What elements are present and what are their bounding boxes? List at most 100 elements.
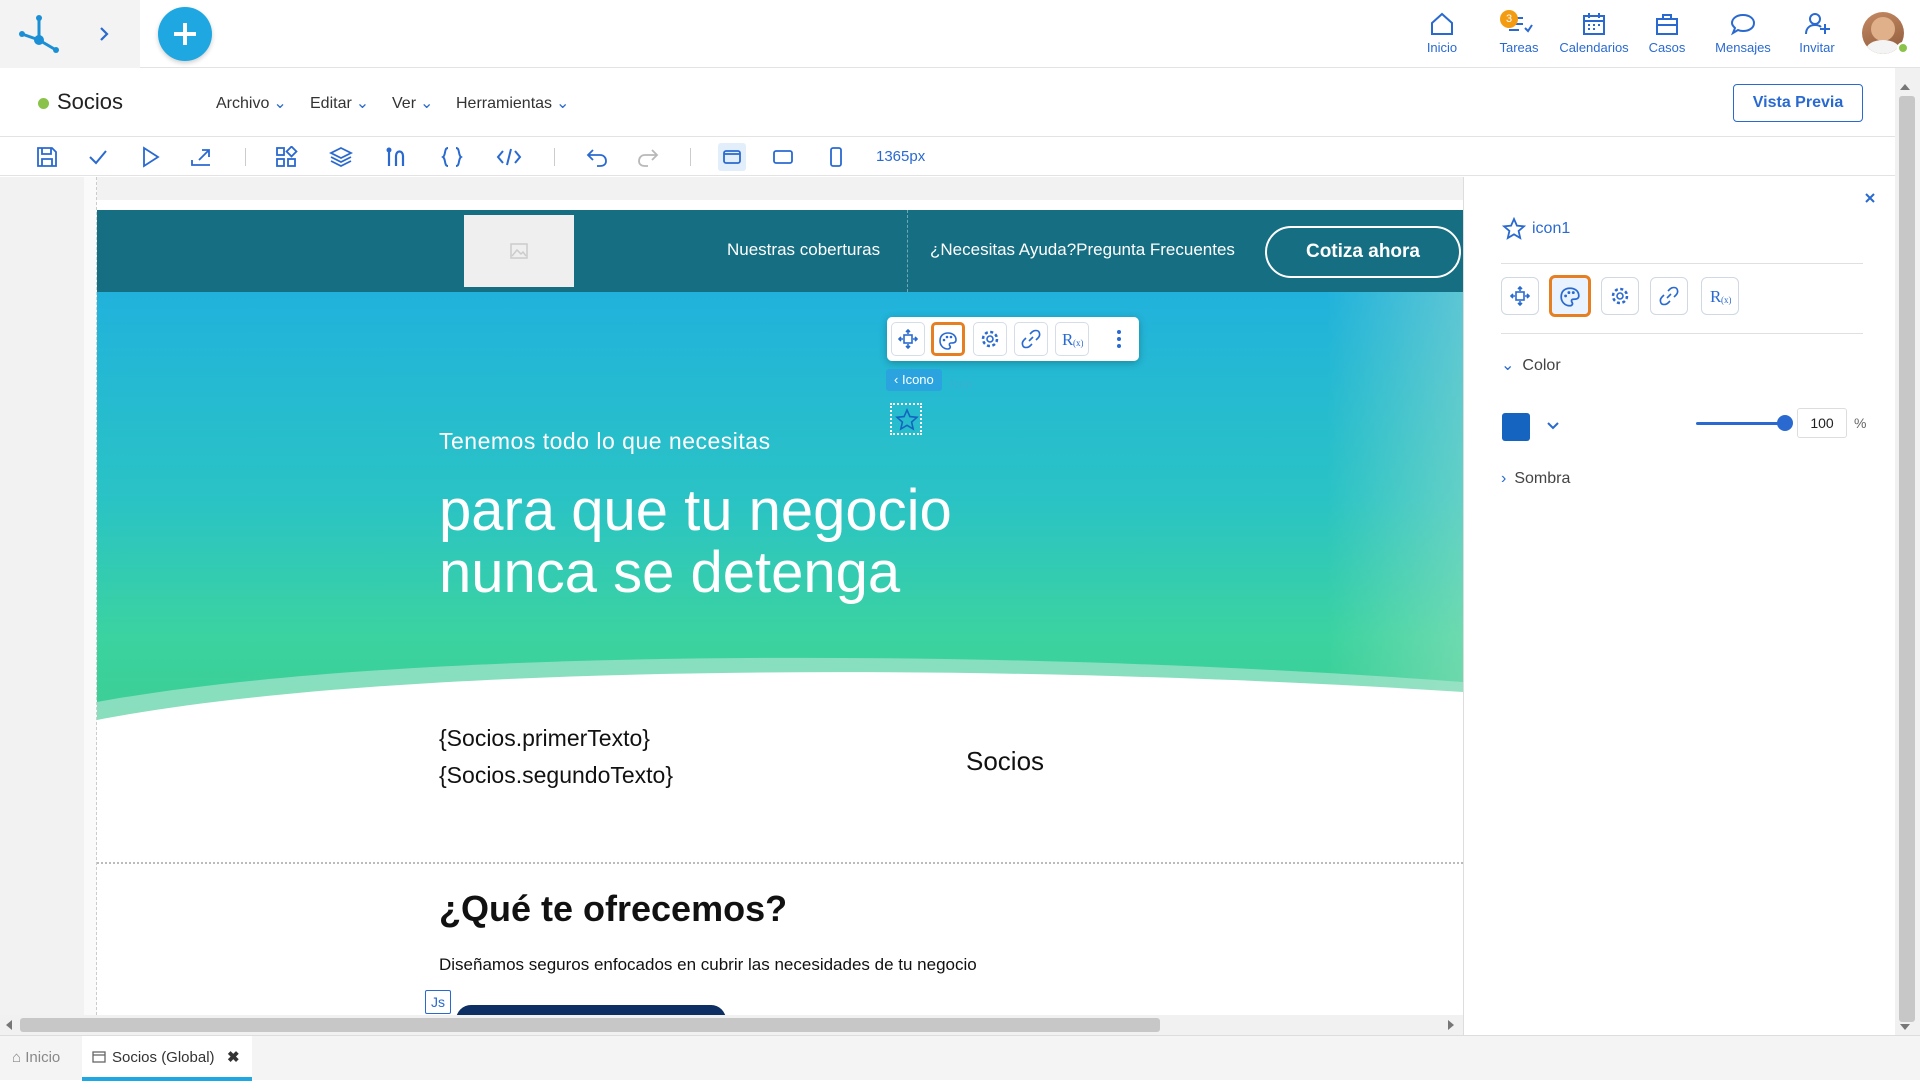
element-type-tag[interactable]: ‹ Icono (886, 369, 942, 391)
toolbar-divider (554, 148, 555, 166)
nav-calendarios[interactable]: Calendarios (1552, 10, 1636, 60)
play-icon (143, 146, 160, 168)
desktop-icon (723, 150, 741, 164)
toolbar-divider (245, 148, 246, 166)
chevron-down-icon: ⌄ (420, 95, 434, 112)
element-name: icon1 (1532, 220, 1571, 237)
page-left-guide (84, 177, 97, 1015)
more-options-button[interactable] (1105, 322, 1133, 356)
style-button[interactable] (931, 322, 965, 356)
js-component-tag[interactable]: Js (425, 990, 451, 1014)
panel-settings-tab[interactable] (1601, 277, 1639, 315)
variables-text[interactable]: {Socios.primerTexto} {Socios.segundoText… (439, 720, 673, 794)
run-button[interactable] (138, 146, 164, 168)
opacity-slider-track[interactable] (1696, 422, 1784, 425)
nav-inicio[interactable]: Inicio (1401, 10, 1483, 60)
move-button[interactable] (891, 322, 925, 356)
flow-button[interactable] (384, 146, 410, 168)
vertical-scrollbar[interactable] (1895, 68, 1920, 1035)
section-title[interactable]: ¿Qué te ofrecemos? (439, 888, 787, 930)
settings-button[interactable] (973, 322, 1007, 356)
scroll-right-arrow-icon[interactable] (1448, 1020, 1454, 1030)
cta-button[interactable]: Cotiza ahora (1265, 226, 1461, 278)
color-section-header[interactable]: ⌄ Color (1501, 355, 1561, 375)
horizontal-scrollbar[interactable] (0, 1015, 1463, 1035)
close-tab-icon[interactable]: ✖ (227, 1048, 240, 1066)
hero-title-line1: para que tu negocio (439, 478, 952, 543)
chevron-down-icon[interactable] (1546, 420, 1560, 432)
panel-move-tab[interactable] (1501, 277, 1539, 315)
menu-herramientas[interactable]: Herramientas ⌄ (456, 93, 569, 113)
code-button[interactable] (496, 146, 522, 168)
save-icon (37, 147, 57, 167)
tab-inicio[interactable]: ⌂ Inicio (12, 1049, 60, 1066)
shadow-section-header[interactable]: › Sombra (1501, 470, 1570, 488)
home-icon: ⌂ (12, 1049, 22, 1066)
section-text[interactable]: Diseñamos seguros enfocados en cubrir la… (439, 955, 977, 975)
ghost-icon-label: Icon (950, 377, 973, 391)
tasks-count-badge: 3 (1500, 10, 1518, 28)
chevron-right-icon[interactable] (98, 26, 110, 42)
opacity-slider-thumb[interactable] (1777, 415, 1793, 431)
components-button[interactable] (274, 146, 300, 168)
status-dot (38, 98, 49, 109)
hero-title[interactable]: para que tu negocio nunca se detenga (439, 480, 952, 604)
partial-button-shape[interactable] (456, 1005, 726, 1015)
app-logo-icon[interactable] (18, 14, 60, 54)
menu-editar[interactable]: Editar ⌄ (310, 93, 369, 113)
panel-expression-tab[interactable]: R (x) (1701, 277, 1739, 315)
layers-button[interactable] (329, 146, 355, 168)
site-header[interactable]: Nuestras coberturas ¿Necesitas Ayuda?Pre… (97, 210, 1463, 292)
link-icon (1021, 329, 1041, 349)
hero-subtitle[interactable]: Tenemos todo lo que necesitas (439, 428, 771, 455)
hero-section[interactable]: Tenemos todo lo que necesitas para que t… (97, 292, 1463, 752)
chevron-down-icon: ⌄ (355, 95, 370, 112)
desktop-view-button[interactable] (718, 143, 746, 171)
mobile-view-button[interactable] (825, 146, 851, 168)
opacity-input[interactable]: 100 (1797, 408, 1847, 438)
nav-invitar[interactable]: Invitar (1776, 10, 1858, 60)
preview-button[interactable]: Vista Previa (1733, 84, 1863, 122)
link-button[interactable] (1014, 322, 1048, 356)
menu-archivo[interactable]: Archivo ⌄ (216, 93, 287, 113)
home-icon (1431, 12, 1453, 35)
nav-mensajes[interactable]: Mensajes (1702, 10, 1784, 60)
scroll-up-arrow-icon[interactable] (1900, 84, 1910, 90)
menu-ver[interactable]: Ver ⌄ (392, 93, 433, 113)
scroll-down-arrow-icon[interactable] (1900, 1024, 1910, 1030)
vertical-scroll-thumb[interactable] (1899, 96, 1915, 1022)
panel-link-tab[interactable] (1650, 277, 1688, 315)
validate-button[interactable] (86, 146, 112, 168)
svg-text:(x): (x) (1721, 295, 1731, 305)
nav-casos[interactable]: Casos (1626, 10, 1708, 60)
expression-button[interactable]: R (x) (1055, 322, 1089, 356)
rx-expression-icon: R (x) (1062, 330, 1083, 349)
toolbar-divider (690, 148, 691, 166)
site-nav-coberturas[interactable]: Nuestras coberturas (727, 240, 880, 260)
variables-button[interactable] (440, 146, 466, 168)
tablet-view-button[interactable] (772, 146, 798, 168)
horizontal-scroll-thumb[interactable] (20, 1018, 1160, 1032)
scroll-left-arrow-icon[interactable] (6, 1020, 12, 1030)
close-icon[interactable] (1863, 191, 1877, 205)
logo-placeholder[interactable] (464, 215, 574, 287)
redo-button[interactable] (636, 146, 662, 168)
settings-gear-icon (1611, 287, 1629, 305)
nav-tareas[interactable]: 3 Tareas (1478, 10, 1560, 60)
selected-star-icon[interactable] (890, 403, 922, 435)
socios-label[interactable]: Socios (966, 746, 1044, 777)
chevron-down-icon: ⌄ (556, 95, 570, 112)
publish-button[interactable] (189, 146, 215, 168)
design-canvas: Nuestras coberturas ¿Necesitas Ayuda?Pre… (0, 177, 1463, 1015)
tab-socios-global[interactable]: Socios (Global) ✖ (82, 1036, 252, 1081)
tab-inicio-label: Inicio (25, 1049, 61, 1066)
site-nav-ayuda[interactable]: ¿Necesitas Ayuda?Pregunta Frecuentes (930, 240, 1235, 260)
add-new-button[interactable] (158, 7, 212, 61)
star-icon (895, 408, 919, 431)
save-button[interactable] (35, 146, 61, 168)
color-swatch[interactable] (1502, 413, 1530, 441)
undo-button[interactable] (585, 146, 611, 168)
panel-style-tab[interactable] (1549, 275, 1591, 317)
element-type-label: Icono (901, 372, 934, 387)
star-icon (1502, 217, 1526, 240)
